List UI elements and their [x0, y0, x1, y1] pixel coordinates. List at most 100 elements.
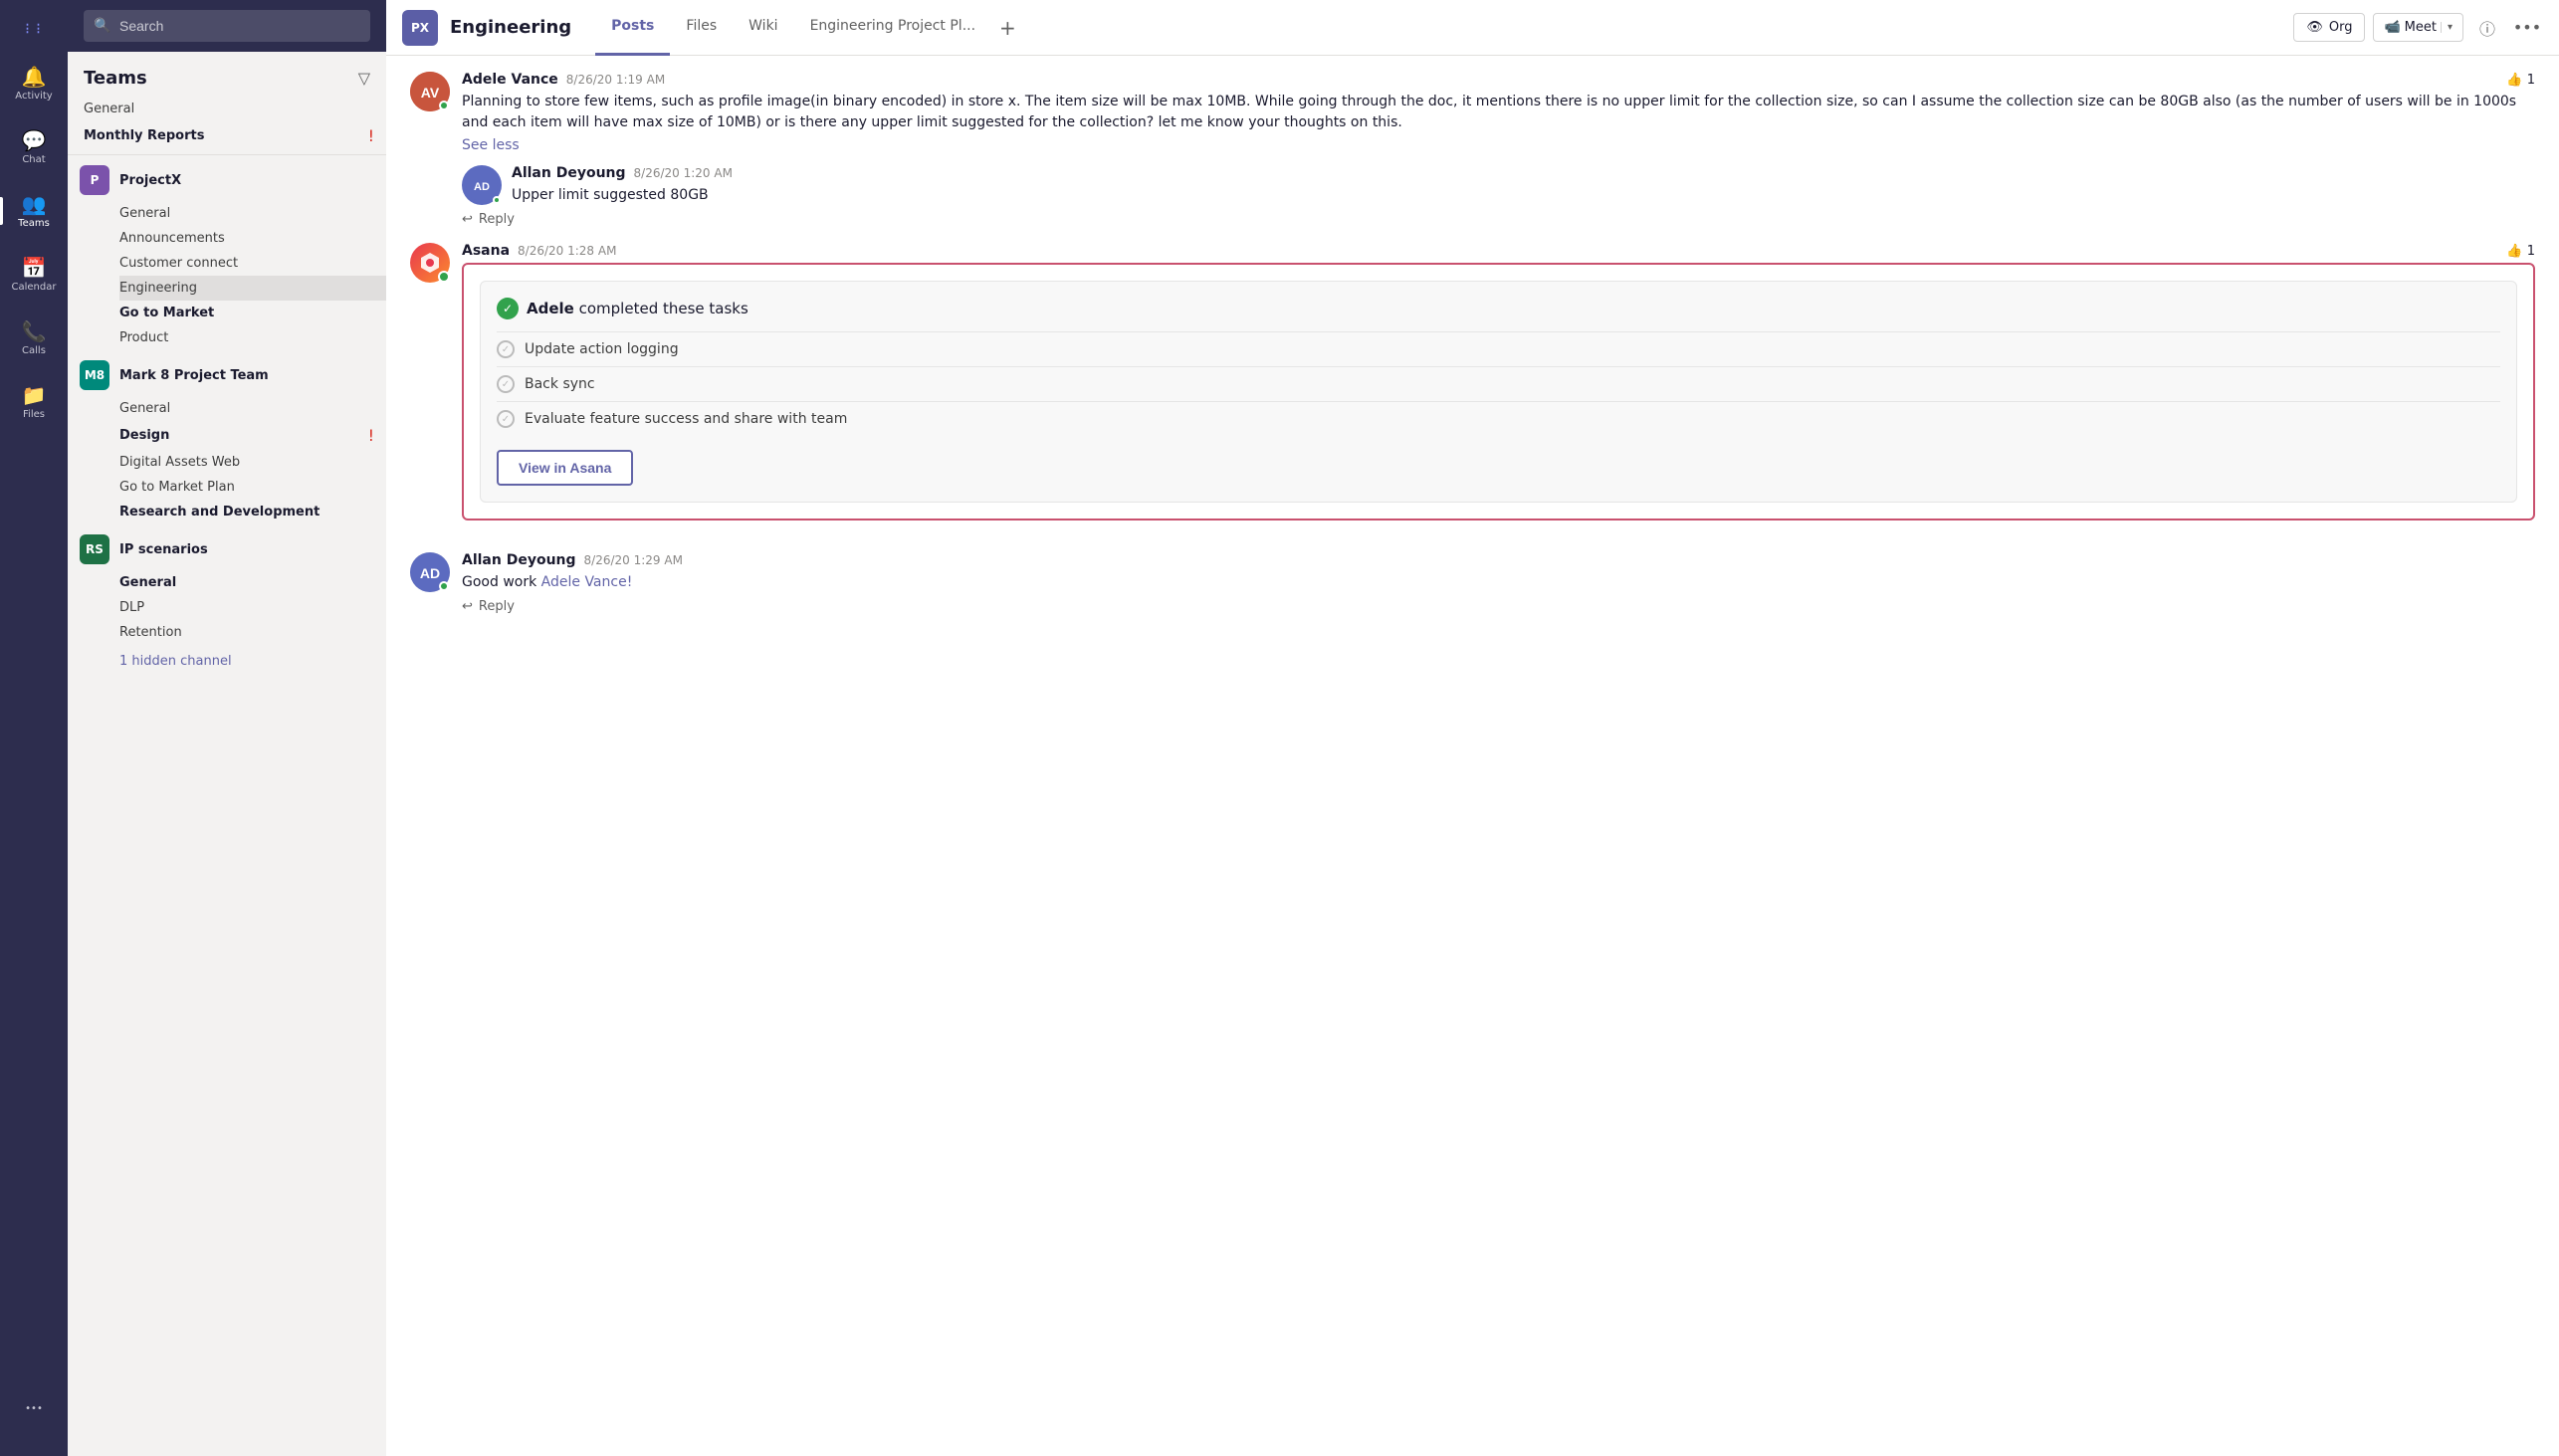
- channel-item-general-top[interactable]: General: [84, 97, 386, 121]
- asana-avatar: [410, 243, 450, 283]
- filter-icon[interactable]: ▽: [358, 69, 370, 88]
- message-content-adele: Adele Vance 8/26/20 1:19 AM 👍 1 Planning…: [462, 72, 2535, 227]
- reply-button-allan-last[interactable]: ↩ Reply: [462, 599, 2535, 614]
- asana-card: ✓ Adele completed these tasks ✓ Update a…: [480, 281, 2517, 503]
- rail-item-activity[interactable]: 🔔 Activity: [0, 52, 68, 115]
- status-dot-allan-last: [439, 581, 449, 591]
- meet-button[interactable]: 📹 Meet ▾: [2373, 13, 2463, 42]
- reply-text-allan: Upper limit suggested 80GB: [512, 185, 2535, 206]
- channel-tabs: Posts Files Wiki Engineering Project Pl.…: [595, 0, 2293, 56]
- search-box: 🔍: [84, 10, 370, 42]
- team-group-ip: RS IP scenarios ••• General DLP Retentio…: [68, 528, 386, 674]
- teams-icon: 👥: [22, 194, 47, 214]
- channel-item-general1[interactable]: General: [119, 201, 386, 226]
- tab-wiki[interactable]: Wiki: [733, 0, 793, 56]
- add-tab-button[interactable]: +: [991, 16, 1024, 40]
- channel-name: Design: [119, 428, 364, 443]
- tab-posts[interactable]: Posts: [595, 0, 670, 56]
- activity-icon: 🔔: [22, 67, 47, 87]
- org-icon: 👁: [2306, 20, 2323, 35]
- channel-item-digital-assets[interactable]: Digital Assets Web: [119, 450, 386, 475]
- info-icon: ⓘ: [2479, 16, 2495, 40]
- good-work-text: Good work: [462, 574, 541, 590]
- channel-item-go-to-market[interactable]: Go to Market: [119, 301, 386, 325]
- reply-arrow-icon: ↩: [462, 212, 473, 227]
- message-time-allan-last: 8/26/20 1:29 AM: [584, 553, 683, 567]
- asana-message-wrap: Asana 8/26/20 1:28 AM 👍 1 ✓ Adele comple…: [410, 243, 2535, 536]
- completed-text: Adele completed these tasks: [527, 300, 748, 317]
- teams-sidebar: 🔍 Teams ▽ General Monthly Reports ! P: [68, 0, 386, 1456]
- channel-list-ip: General DLP Retention 1 hidden channel: [68, 570, 386, 674]
- channel-item-engineering[interactable]: Engineering: [119, 276, 386, 301]
- app-logo[interactable]: ⋮⋮⋮: [0, 0, 68, 52]
- meet-chevron-icon[interactable]: ▾: [2441, 22, 2452, 33]
- team-avatar-mark8: M8: [80, 360, 109, 390]
- channel-list-mark8: General Design ! Digital Assets Web Go t…: [68, 396, 386, 524]
- channel-item-general2[interactable]: General: [119, 396, 386, 421]
- team-group-mark8: M8 Mark 8 Project Team ••• General Desig…: [68, 354, 386, 524]
- tab-label: Wiki: [748, 18, 777, 34]
- status-dot-allan: [493, 196, 501, 204]
- channel-item-announcements[interactable]: Announcements: [119, 226, 386, 251]
- channel-name: Go to Market Plan: [119, 480, 374, 495]
- more-icon: •••: [2513, 18, 2541, 37]
- asana-reaction: 👍 1: [2506, 244, 2535, 259]
- search-input[interactable]: [84, 10, 370, 42]
- reply-label: Reply: [479, 212, 515, 227]
- channel-item-research-dev[interactable]: Research and Development: [119, 500, 386, 524]
- avatar-wrap-allan: AD: [462, 165, 502, 205]
- channel-item-retention[interactable]: Retention: [119, 620, 386, 645]
- more-options-button[interactable]: •••: [2511, 12, 2543, 44]
- org-button[interactable]: 👁 Org: [2293, 13, 2365, 42]
- team-header-ip[interactable]: RS IP scenarios •••: [68, 528, 386, 570]
- asana-content: Asana 8/26/20 1:28 AM 👍 1 ✓ Adele comple…: [462, 243, 2535, 536]
- message-adele: AV Adele Vance 8/26/20 1:19 AM 👍 1 Plann…: [410, 72, 2535, 227]
- channel-item-customer-connect[interactable]: Customer connect: [119, 251, 386, 276]
- channel-header-actions: 👁 Org 📹 Meet ▾ ⓘ •••: [2293, 12, 2543, 44]
- sidebar-title: Teams: [84, 68, 147, 89]
- rail-item-files[interactable]: 📁 Files: [0, 370, 68, 434]
- task-check-icon-2: ✓: [497, 375, 515, 393]
- avatar-wrap-adele: AV: [410, 72, 450, 111]
- message-header-adele: Adele Vance 8/26/20 1:19 AM 👍 1: [462, 72, 2535, 88]
- rail-item-more[interactable]: •••: [0, 1376, 68, 1440]
- channel-name: Monthly Reports: [84, 128, 364, 143]
- channel-item-dlp[interactable]: DLP: [119, 595, 386, 620]
- channel-item-general3[interactable]: General: [119, 570, 386, 595]
- channel-item-product[interactable]: Product: [119, 325, 386, 350]
- hidden-channel-link[interactable]: 1 hidden channel: [119, 645, 386, 674]
- channel-name: General: [119, 575, 374, 590]
- reply-button-adele[interactable]: ↩ Reply: [462, 212, 2535, 227]
- tab-files[interactable]: Files: [670, 0, 733, 56]
- completed-suffix: completed these tasks: [579, 300, 748, 317]
- sidebar-header: Teams ▽: [68, 52, 386, 97]
- task-check-icon-3: ✓: [497, 410, 515, 428]
- channel-header: PX Engineering Posts Files Wiki Engineer…: [386, 0, 2559, 56]
- rail-item-calendar[interactable]: 📅 Calendar: [0, 243, 68, 307]
- channel-item-monthly-reports[interactable]: Monthly Reports !: [84, 121, 386, 150]
- channel-name: General: [84, 102, 374, 116]
- rail-item-calls[interactable]: 📞 Calls: [0, 307, 68, 370]
- avatar-text: P: [91, 173, 100, 187]
- task-text-3: Evaluate feature success and share with …: [525, 411, 847, 427]
- asana-completed-header: ✓ Adele completed these tasks: [497, 298, 2500, 319]
- rail-item-chat[interactable]: 💬 Chat: [0, 115, 68, 179]
- channel-name: General: [119, 206, 374, 221]
- info-button[interactable]: ⓘ: [2471, 12, 2503, 44]
- team-header-mark8[interactable]: M8 Mark 8 Project Team •••: [68, 354, 386, 396]
- tab-project-plan[interactable]: Engineering Project Pl...: [794, 0, 991, 56]
- main-area: PX Engineering Posts Files Wiki Engineer…: [386, 0, 2559, 1456]
- rail-more-label: •••: [25, 1403, 43, 1414]
- icon-rail: ⋮⋮⋮ 🔔 Activity 💬 Chat 👥 Teams 📅 Calendar…: [0, 0, 68, 1456]
- channel-item-design[interactable]: Design !: [119, 421, 386, 450]
- rail-item-teams[interactable]: 👥 Teams: [0, 179, 68, 243]
- channel-name: Engineering: [119, 281, 374, 296]
- reply-label: Reply: [479, 599, 515, 614]
- view-asana-button[interactable]: View in Asana: [497, 450, 633, 486]
- channel-item-go-to-market-plan[interactable]: Go to Market Plan: [119, 475, 386, 500]
- see-less-link[interactable]: See less: [462, 137, 520, 153]
- chat-icon: 💬: [22, 130, 47, 150]
- team-header-projectx[interactable]: P ProjectX •••: [68, 159, 386, 201]
- channel-name: DLP: [119, 600, 374, 615]
- channel-title: Engineering: [450, 17, 571, 38]
